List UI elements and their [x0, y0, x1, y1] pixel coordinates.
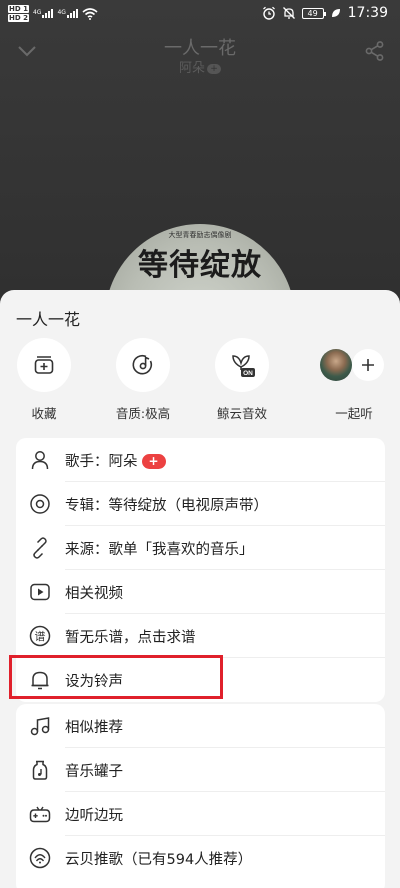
- album-art-title: 等待绽放: [138, 248, 262, 283]
- collect-circle: [17, 338, 71, 392]
- more-options-card: 相似推荐 音乐罐子 边听边玩 云贝推歌（已有594人推荐）: [16, 704, 385, 888]
- listen-together-label: 一起听: [335, 406, 373, 421]
- share-icon[interactable]: [364, 40, 386, 62]
- hd1-indicator: HD 1: [8, 5, 29, 13]
- signal-2-icon: 4G: [57, 9, 78, 18]
- source-row[interactable]: 来源：歌单「我喜欢的音乐」: [16, 526, 385, 570]
- sound-quality-icon: [132, 354, 153, 375]
- signal-bar: [66, 15, 69, 18]
- alarm-clock-icon: [262, 6, 275, 20]
- signal-bar: [51, 9, 54, 18]
- follow-artist-plus-icon[interactable]: +: [207, 63, 221, 74]
- singer-label: 歌手：阿朵: [65, 454, 138, 470]
- similar-recommend-row[interactable]: 相似推荐: [16, 704, 385, 748]
- video-play-icon: [30, 583, 50, 601]
- play-while-listening-row[interactable]: 边听边玩: [16, 792, 385, 836]
- sound-quality-label: 音质:极高: [115, 406, 171, 421]
- play-while-listening-label: 边听边玩: [65, 808, 123, 824]
- ringtone-highlight-box: [9, 655, 223, 699]
- singer-text: 歌手：阿朵 +: [65, 450, 166, 471]
- eco-leaf-icon: [331, 9, 340, 17]
- whale-audio-effect-label: 鲸云音效: [216, 406, 267, 421]
- whale-audio-effect-button[interactable]: ON 鲸云音效: [197, 338, 287, 422]
- related-videos-row[interactable]: 相关视频: [16, 570, 385, 614]
- audio-effect-on-badge: ON: [243, 370, 253, 377]
- related-videos-label: 相关视频: [65, 586, 123, 602]
- album-label: 专辑：等待绽放（电视原声带）: [65, 498, 268, 514]
- quick-actions: 收藏 音质:极高 ON 鲸云音效 一起听: [0, 338, 400, 428]
- avatar: [320, 349, 352, 381]
- sheet-music-glyph: 谱: [35, 629, 46, 643]
- artist-name[interactable]: 阿朵 +: [0, 57, 400, 76]
- hd2-indicator: HD 2: [8, 14, 29, 22]
- signal-bar: [72, 11, 75, 18]
- album-row[interactable]: 专辑：等待绽放（电视原声带）: [16, 482, 385, 526]
- gamepad-icon: [29, 806, 51, 823]
- signal-bar: [48, 11, 51, 18]
- album-disc-icon: [30, 494, 50, 514]
- invite-plus-circle: [352, 349, 384, 381]
- network-type-1: 4G: [32, 9, 42, 16]
- wifi-icon: [82, 7, 98, 20]
- music-jar-row[interactable]: 音乐罐子: [16, 748, 385, 792]
- singer-icon: [31, 451, 49, 470]
- collect-label: 收藏: [31, 406, 57, 421]
- music-jar-icon: [32, 760, 48, 780]
- signal-1-icon: 4G: [32, 9, 54, 18]
- sheet-music-row[interactable]: 谱 暂无乐谱，点击求谱: [16, 614, 385, 658]
- player-header: 一人一花 阿朵 +: [0, 30, 400, 76]
- more-actions-sheet: 一人一花 收藏 音质:极高 ON 鲸云音效 一起听 歌手：阿朵 + 专辑：等待绽…: [0, 290, 400, 888]
- whale-audio-effect-icon: ON: [232, 355, 255, 377]
- add-to-playlist-icon: [34, 356, 54, 374]
- signal-bar: [45, 13, 48, 18]
- cloud-shell-icon: [29, 847, 51, 869]
- artist-label: 阿朵: [178, 61, 205, 76]
- singer-row[interactable]: 歌手：阿朵 +: [16, 438, 385, 482]
- listen-together-icon: [314, 338, 394, 392]
- mute-bell-icon: [282, 7, 295, 19]
- cloud-shell-recommend-label: 云贝推歌（已有594人推荐）: [65, 852, 253, 868]
- similar-music-icon: [30, 717, 50, 736]
- sound-quality-button[interactable]: 音质:极高: [98, 338, 188, 422]
- cloud-shell-recommend-row[interactable]: 云贝推歌（已有594人推荐）: [16, 836, 385, 880]
- sound-quality-circle: [116, 338, 170, 392]
- listen-together-button[interactable]: 一起听: [314, 338, 394, 421]
- follow-singer-badge[interactable]: +: [141, 454, 166, 469]
- network-type-2: 4G: [57, 9, 66, 16]
- whale-audio-effect-circle: ON: [215, 338, 269, 392]
- source-label: 来源：歌单「我喜欢的音乐」: [65, 542, 254, 558]
- status-bar: HD 1 HD 2 4G 4G 49 17:39: [0, 0, 400, 28]
- link-icon: [33, 537, 47, 559]
- signal-bar: [69, 13, 72, 18]
- sheet-music-icon: 谱: [29, 625, 51, 647]
- music-jar-label: 音乐罐子: [65, 764, 123, 780]
- status-left: HD 1 HD 2 4G 4G: [8, 5, 98, 22]
- battery-icon: 49: [301, 7, 326, 19]
- hd-indicators: HD 1 HD 2: [8, 5, 29, 22]
- signal-bar: [42, 15, 45, 18]
- plus-icon: [362, 359, 374, 371]
- collect-button[interactable]: 收藏: [0, 338, 89, 422]
- sheet-title: 一人一花: [16, 310, 81, 329]
- status-time: 17:39: [347, 5, 388, 21]
- signal-bar: [75, 9, 78, 18]
- similar-recommend-label: 相似推荐: [65, 720, 123, 736]
- album-art-subtitle: 大型青春励志偶像剧: [168, 231, 232, 239]
- sheet-music-label: 暂无乐谱，点击求谱: [65, 630, 196, 646]
- status-right: 49 17:39: [262, 5, 388, 21]
